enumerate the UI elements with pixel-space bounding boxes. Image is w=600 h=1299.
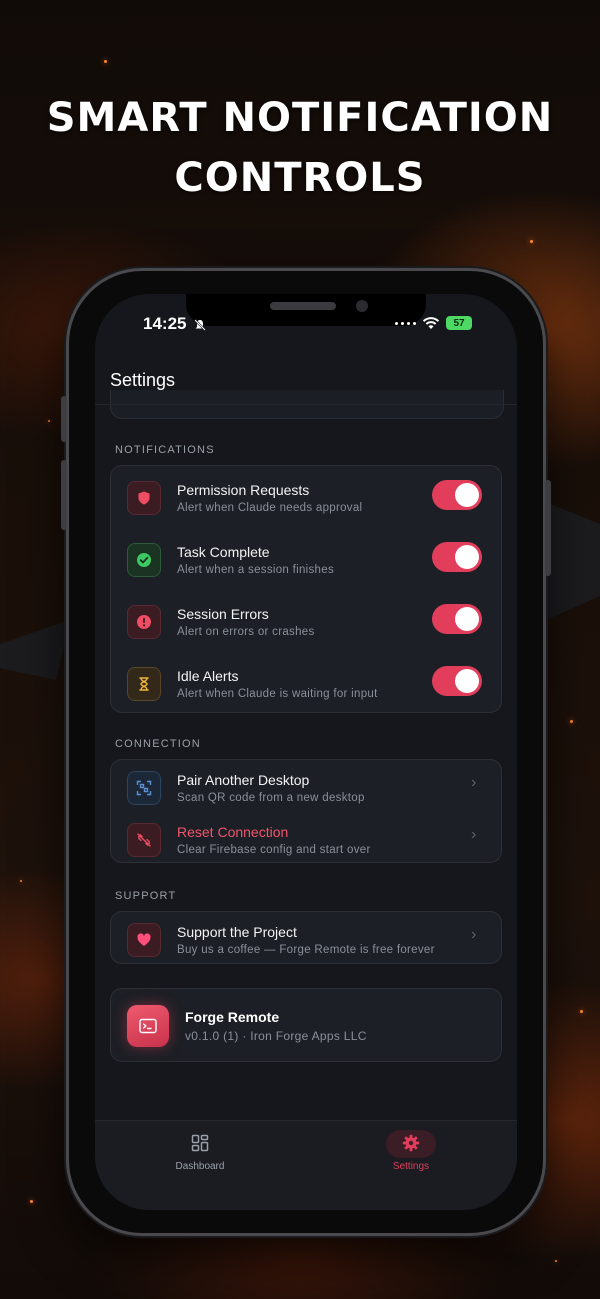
chevron-right-icon: › (471, 826, 477, 843)
heart-icon (127, 923, 161, 957)
app-info-card: Forge Remote v0.1.0 (1) · Iron Forge App… (110, 988, 502, 1062)
permission-requests-toggle[interactable] (432, 480, 482, 510)
row-subtitle: Scan QR code from a new desktop (177, 792, 365, 804)
phone-side-button (545, 480, 551, 576)
tab-dashboard[interactable]: Dashboard (130, 1121, 270, 1181)
support-section-label: SUPPORT (115, 890, 177, 902)
gear-icon (402, 1134, 420, 1152)
row-title: Reset Connection (177, 824, 289, 840)
row-title: Permission Requests (177, 482, 310, 498)
support-card: Support the Project Buy us a coffee — Fo… (110, 911, 502, 964)
hourglass-icon (127, 667, 161, 701)
header-divider (95, 404, 517, 405)
page-title: Settings (110, 370, 176, 390)
row-subtitle: Buy us a coffee — Forge Remote is free f… (177, 944, 435, 956)
tab-label: Settings (392, 1161, 430, 1172)
front-camera (356, 300, 368, 312)
connection-section-label: CONNECTION (115, 738, 201, 750)
phone-side-button (61, 460, 67, 530)
alert-circle-icon (127, 605, 161, 639)
row-title: Support the Project (177, 924, 297, 940)
connection-card: Pair Another Desktop Scan QR code from a… (110, 759, 502, 863)
notification-row-task-complete: Task Complete Alert when a session finis… (111, 528, 503, 588)
speaker-grille (270, 302, 336, 310)
toggle-knob (455, 669, 479, 693)
row-subtitle: Clear Firebase config and start over (177, 844, 371, 856)
row-title: Idle Alerts (177, 668, 239, 684)
row-title: Session Errors (177, 606, 269, 622)
check-circle-icon (127, 543, 161, 577)
chevron-right-icon: › (471, 926, 477, 943)
row-title: Task Complete (177, 544, 270, 560)
pair-desktop-row[interactable]: Pair Another Desktop Scan QR code from a… (111, 756, 503, 816)
battery-indicator: 57 (446, 316, 472, 330)
notification-row-idle-alerts: Idle Alerts Alert when Claude is waiting… (111, 652, 503, 712)
reset-connection-row[interactable]: Reset Connection Clear Firebase config a… (111, 808, 503, 868)
shield-icon (127, 481, 161, 515)
status-indicators: 57 (395, 316, 472, 330)
row-subtitle: Alert when Claude is waiting for input (177, 688, 378, 700)
row-title: Pair Another Desktop (177, 772, 310, 788)
notifications-card: Permission Requests Alert when Claude ne… (110, 465, 502, 713)
row-subtitle: Alert on errors or crashes (177, 626, 315, 638)
toggle-knob (455, 545, 479, 569)
app-name: Forge Remote (185, 1009, 280, 1025)
headline-line-2: Controls (174, 155, 426, 201)
tab-bar: Dashboard Settings (95, 1120, 517, 1210)
row-subtitle: Alert when a session finishes (177, 564, 334, 576)
tab-label: Dashboard (175, 1161, 225, 1172)
app-version: v0.1.0 (1) · Iron Forge Apps LLC (185, 1029, 367, 1043)
signal-icon (395, 321, 416, 325)
bell-off-icon (194, 319, 206, 331)
toggle-knob (455, 483, 479, 507)
headline-line-1: Smart Notification (46, 95, 554, 141)
app-screen: 14:25 57 Settings NOTIFICATIONS Permissi… (95, 294, 517, 1210)
qr-scan-icon (127, 771, 161, 805)
unlink-icon (127, 823, 161, 857)
notification-row-permission-requests: Permission Requests Alert when Claude ne… (111, 466, 503, 526)
session-errors-toggle[interactable] (432, 604, 482, 634)
notifications-section-label: NOTIFICATIONS (115, 444, 215, 456)
idle-alerts-toggle[interactable] (432, 666, 482, 696)
tab-settings[interactable]: Settings (341, 1121, 481, 1181)
wifi-icon (422, 316, 440, 329)
phone-side-button (61, 396, 67, 442)
chevron-right-icon: › (471, 774, 477, 791)
dynamic-island (186, 294, 426, 326)
task-complete-toggle[interactable] (432, 542, 482, 572)
headline: Smart Notification Controls (0, 88, 600, 208)
terminal-icon (127, 1005, 169, 1047)
toggle-knob (455, 607, 479, 631)
row-subtitle: Alert when Claude needs approval (177, 502, 363, 514)
notification-row-session-errors: Session Errors Alert on errors or crashe… (111, 590, 503, 650)
dashboard-icon (191, 1134, 209, 1152)
support-project-row[interactable]: Support the Project Buy us a coffee — Fo… (111, 908, 503, 968)
status-time: 14:25 (143, 314, 187, 333)
